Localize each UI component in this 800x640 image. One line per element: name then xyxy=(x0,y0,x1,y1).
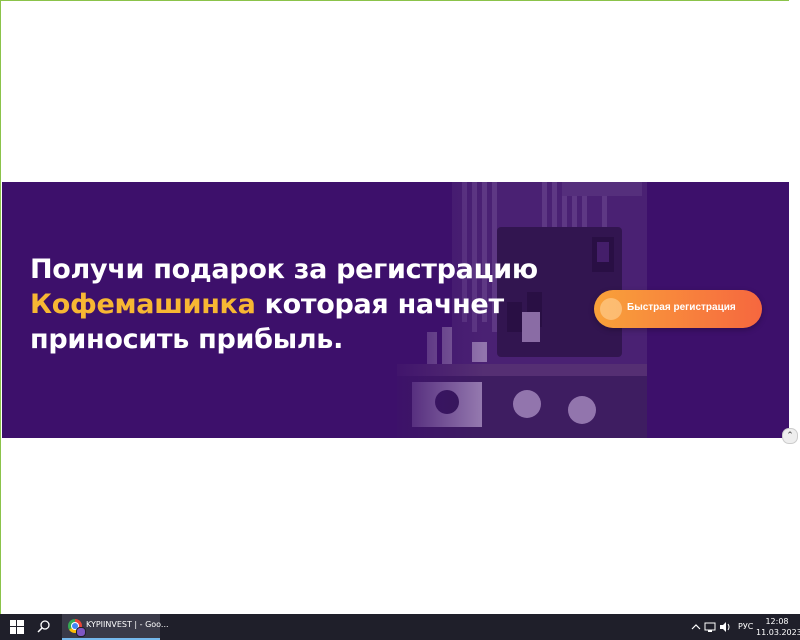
headline-line-3: приносить прибыль. xyxy=(30,324,344,355)
headline-accent-word: Кофемашинка xyxy=(30,289,256,320)
clock-time[interactable]: 12:08 xyxy=(762,617,792,626)
volume-icon[interactable] xyxy=(719,621,731,633)
profile-badge-icon xyxy=(76,627,86,637)
headline-line-1: Получи подарок за регистрацию xyxy=(30,254,538,285)
quick-registration-label: Быстрая регистрация xyxy=(627,302,736,313)
show-desktop-button[interactable] xyxy=(794,621,798,633)
windows-taskbar: KYPIINVEST | - Goo... РУС 12:08 11.03.20… xyxy=(0,614,800,640)
clock-date[interactable]: 11.03.2023 xyxy=(756,628,800,637)
windows-start-icon[interactable] xyxy=(10,620,24,634)
headline-line-2: которая начнет xyxy=(255,289,505,320)
language-indicator[interactable]: РУС xyxy=(738,622,753,631)
search-icon[interactable] xyxy=(36,619,52,635)
network-icon[interactable] xyxy=(704,621,716,633)
promo-banner: Получи подарок за регистрацию Кофемашинк… xyxy=(2,182,789,438)
scroll-arrow-icon[interactable]: ⌃ xyxy=(782,428,798,444)
taskbar-app-chrome[interactable]: KYPIINVEST | - Goo... xyxy=(62,614,169,640)
promo-headline: Получи подарок за регистрацию Кофемашинк… xyxy=(30,252,550,357)
taskbar-app-label: KYPIINVEST | - Goo... xyxy=(86,620,169,629)
page-scrollbar[interactable] xyxy=(789,0,799,614)
chevron-up-icon[interactable] xyxy=(690,621,702,633)
quick-registration-button[interactable]: Быстрая регистрация xyxy=(594,290,762,328)
button-circle-icon xyxy=(600,298,622,320)
